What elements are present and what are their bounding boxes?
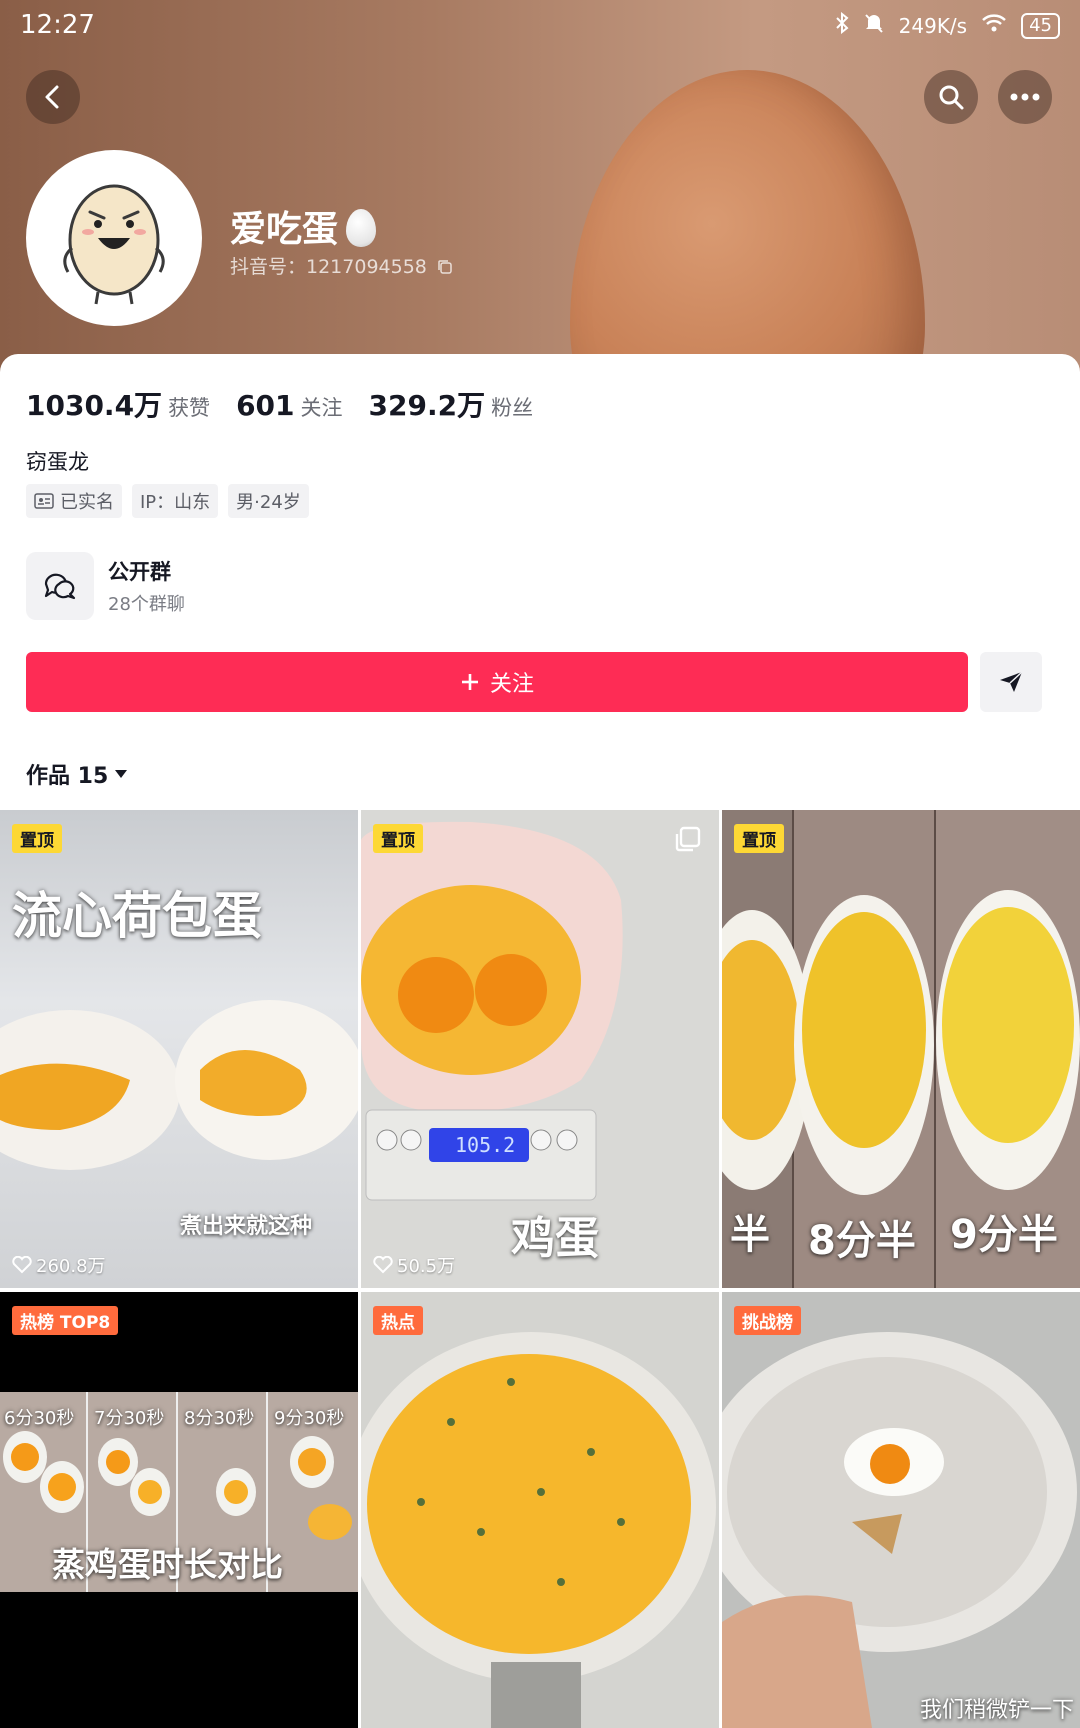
back-button[interactable] <box>26 70 80 124</box>
works-tab[interactable]: 作品 15 <box>26 758 128 790</box>
video-title-overlay: 流心荷包蛋 <box>12 887 262 945</box>
video-likes: 260.8万 <box>12 1252 106 1278</box>
status-time: 12:27 <box>20 10 95 40</box>
pinned-badge: 置顶 <box>12 824 62 853</box>
bluetooth-icon <box>835 11 849 39</box>
public-group-entry[interactable]: 公开群 28个群聊 <box>26 552 526 620</box>
time-label: 9分半 <box>950 1212 1058 1258</box>
time-label: 7分30秒 <box>94 1408 165 1429</box>
video-tile[interactable]: 置顶 流心荷包蛋 煮出来就这种 260.8万 <box>0 810 358 1288</box>
tag-label: 男·24岁 <box>236 492 301 513</box>
more-button[interactable] <box>998 70 1052 124</box>
mute-icon <box>863 12 885 39</box>
group-chat-icon <box>26 552 94 620</box>
time-label: 半 <box>730 1212 770 1258</box>
scale-reading: 105.2 <box>455 1133 516 1157</box>
video-caption-overlay: 鸡蛋 <box>511 1213 599 1264</box>
profile-stats: 1030.4万 获赞 601 关注 329.2万 粉丝 <box>26 384 559 424</box>
douyin-id[interactable]: 抖音号：1217094558 <box>230 252 453 279</box>
video-likes-count: 260.8万 <box>36 1256 106 1277</box>
omelette-in-pan-image <box>361 1332 716 1728</box>
video-tile[interactable]: 105.2 置顶 鸡蛋 50.5万 <box>361 810 719 1288</box>
video-caption-overlay: 我们稍微铲一下 <box>920 1698 1075 1723</box>
profile-name-text: 爱吃蛋 <box>230 209 339 250</box>
more-horizontal-icon <box>1010 93 1040 101</box>
tag-label: IP：山东 <box>140 492 211 513</box>
video-subtitle-overlay: 煮出来就这种 <box>180 1214 313 1239</box>
status-bar: 12:27 249K/s 45 <box>0 0 1080 54</box>
group-subtitle: 28个群聊 <box>108 594 185 615</box>
avatar[interactable] <box>26 150 202 326</box>
video-tile[interactable]: 挑战榜 我们稍微铲一下 <box>722 1292 1080 1728</box>
time-label: 8分半 <box>808 1218 916 1264</box>
heart-icon <box>12 1256 32 1274</box>
pinned-badge: 置顶 <box>373 824 423 853</box>
stat-value: 1030.4万 <box>26 389 163 422</box>
multi-image-icon <box>675 826 701 852</box>
video-likes: 50.5万 <box>373 1252 455 1278</box>
video-tile[interactable]: 热点 <box>361 1292 719 1728</box>
soft-boiled-egg-image <box>0 1000 358 1170</box>
egg-mascot-avatar <box>63 184 165 305</box>
stat-value: 601 <box>236 389 295 422</box>
stat-value: 329.2万 <box>368 389 486 422</box>
video-tile[interactable]: 置顶 半 8分半 9分半 <box>722 810 1080 1288</box>
pinned-badge: 置顶 <box>734 824 784 853</box>
works-tab-label: 作品 15 <box>26 764 109 789</box>
chevron-left-icon <box>45 85 59 109</box>
video-likes-count: 50.5万 <box>397 1256 456 1277</box>
stat-label: 获赞 <box>168 396 211 420</box>
profile-name: 爱吃蛋 <box>230 200 377 252</box>
heart-icon <box>373 1256 393 1274</box>
fried-egg-in-pan-image <box>722 1332 1077 1728</box>
network-speed: 249K/s <box>898 13 968 38</box>
douyin-id-text: 抖音号：1217094558 <box>230 256 427 278</box>
tag-ip: IP：山东 <box>132 484 219 518</box>
battery-indicator: 45 <box>1021 12 1060 39</box>
profile-header: 12:27 249K/s 45 爱吃蛋 抖音号：1217094558 <box>0 0 1080 380</box>
stat-followers[interactable]: 329.2万 粉丝 <box>369 384 534 424</box>
stat-label: 关注 <box>300 396 343 420</box>
status-right: 249K/s 45 <box>835 11 1060 39</box>
video-tile[interactable]: 热榜 TOP8 6分30秒 7分30秒 8分30秒 9分30秒 蒸鸡蛋时长对比 <box>0 1292 358 1728</box>
video-caption-overlay: 蒸鸡蛋时长对比 <box>52 1545 283 1584</box>
plus-icon <box>461 674 478 690</box>
follow-label: 关注 <box>489 672 534 697</box>
tag-verified: 已实名 <box>26 484 122 518</box>
send-icon <box>1000 671 1023 692</box>
challenge-rank-badge: 挑战榜 <box>734 1306 801 1335</box>
egg-icon <box>346 209 377 247</box>
stat-likes: 1030.4万 获赞 <box>26 384 210 424</box>
search-icon <box>939 85 964 110</box>
time-label: 6分30秒 <box>4 1408 75 1429</box>
time-label: 8分30秒 <box>184 1408 255 1429</box>
stat-following[interactable]: 601 关注 <box>236 389 342 422</box>
header-egg-background <box>570 70 925 380</box>
group-title: 公开群 <box>108 560 171 584</box>
copy-icon[interactable] <box>437 259 453 275</box>
time-label: 9分30秒 <box>274 1408 345 1429</box>
share-button[interactable] <box>980 652 1042 712</box>
profile-tags: 已实名 IP：山东 男·24岁 <box>26 484 309 518</box>
tag-label: 已实名 <box>60 492 114 513</box>
id-card-icon <box>34 493 54 509</box>
search-button[interactable] <box>924 70 978 124</box>
hot-rank-badge: 热榜 TOP8 <box>12 1306 119 1335</box>
profile-bio: 窃蛋龙 <box>26 450 89 474</box>
caret-down-icon <box>115 770 128 778</box>
stat-label: 粉丝 <box>491 396 534 420</box>
trending-badge: 热点 <box>373 1306 423 1335</box>
wifi-icon <box>981 13 1007 38</box>
follow-button[interactable]: 关注 <box>26 652 968 712</box>
tag-gender-age: 男·24岁 <box>228 484 309 518</box>
